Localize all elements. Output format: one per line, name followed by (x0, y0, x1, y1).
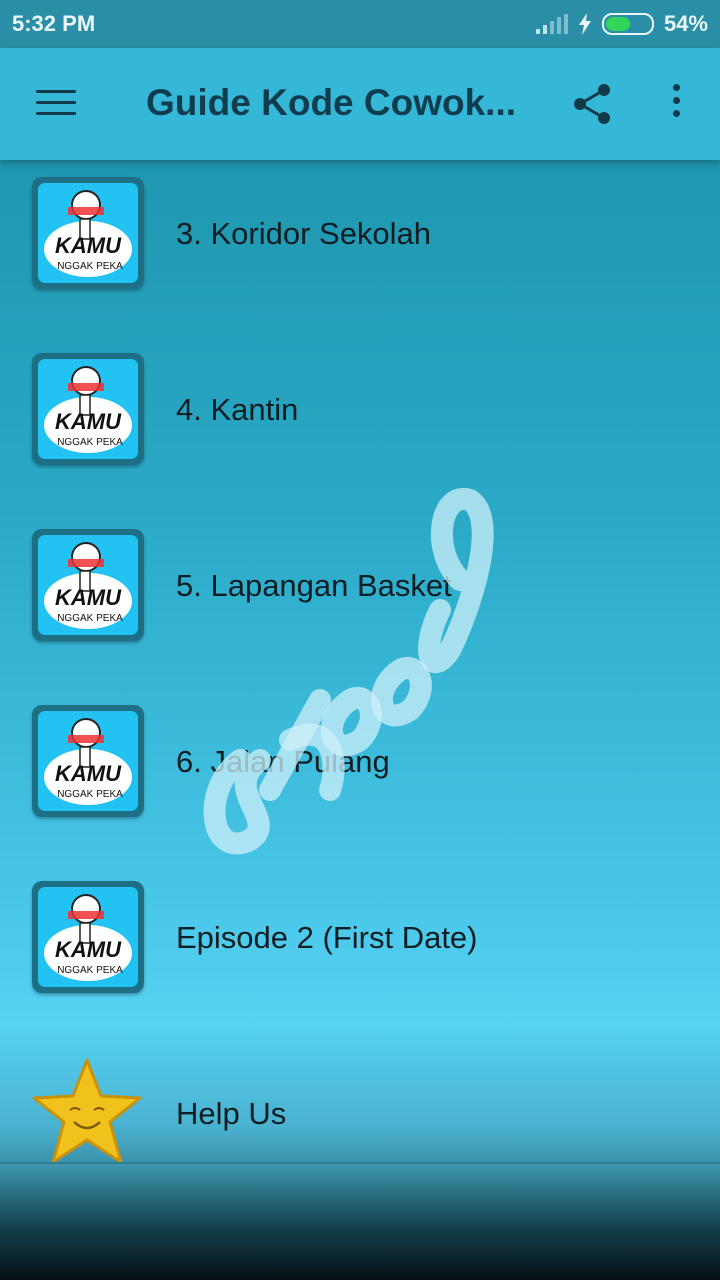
svg-text:KAMU: KAMU (55, 233, 122, 258)
list-item-label: 3. Koridor Sekolah (176, 216, 432, 251)
list-item[interactable]: KAMU NGGAK PEKA 5. Lapangan Basket (0, 512, 720, 688)
list-item-label: 6. Jalan Pulang (176, 744, 390, 779)
page-title: Guide Kode Cowok... (146, 82, 517, 123)
kamu-logo-icon: KAMU NGGAK PEKA (44, 190, 132, 277)
list-item-label: Episode 2 (First Date) (176, 920, 478, 955)
list-item-label: 5. Lapangan Basket (176, 568, 452, 603)
kamu-logo-icon: KAMU NGGAK PEKA (44, 894, 132, 981)
svg-text:NGGAK PEKA: NGGAK PEKA (57, 613, 123, 624)
status-icons: 54% (535, 11, 708, 37)
more-vert-icon[interactable] (664, 84, 688, 124)
signal-icon (535, 14, 568, 34)
hamburger-menu-icon[interactable] (36, 90, 76, 118)
episode-thumbnail: KAMU NGGAK PEKA (32, 529, 144, 641)
list-item-label: Help Us (176, 1096, 287, 1131)
navigation-bar (0, 1162, 720, 1280)
charging-icon (578, 13, 591, 35)
battery-icon (601, 13, 654, 35)
svg-text:NGGAK PEKA: NGGAK PEKA (57, 261, 123, 272)
list-item[interactable]: KAMU NGGAK PEKA 6. Jalan Pulang (0, 688, 720, 864)
episode-thumbnail: KAMU NGGAK PEKA (32, 177, 144, 289)
svg-text:NGGAK PEKA: NGGAK PEKA (57, 437, 123, 448)
svg-text:NGGAK PEKA: NGGAK PEKA (57, 789, 123, 800)
battery-fill (605, 17, 630, 31)
episode-thumbnail: KAMU NGGAK PEKA (32, 353, 144, 465)
list-item[interactable]: KAMU NGGAK PEKA 4. Kantin (0, 336, 720, 512)
share-icon[interactable] (570, 82, 614, 126)
app-bar: Guide Kode Cowok... (0, 48, 720, 160)
episode-thumbnail: KAMU NGGAK PEKA (32, 881, 144, 993)
svg-text:KAMU: KAMU (55, 761, 122, 786)
list-item-label: 4. Kantin (176, 392, 299, 427)
kamu-logo-icon: KAMU NGGAK PEKA (44, 542, 132, 629)
list-item[interactable]: KAMU NGGAK PEKA 3. Koridor Sekolah (0, 160, 720, 336)
svg-text:KAMU: KAMU (55, 937, 122, 962)
svg-text:NGGAK PEKA: NGGAK PEKA (57, 965, 123, 976)
battery-percent: 54% (663, 11, 708, 36)
svg-text:KAMU: KAMU (55, 409, 122, 434)
kamu-logo-icon: KAMU NGGAK PEKA (44, 718, 132, 805)
svg-text:KAMU: KAMU (55, 585, 122, 610)
star-icon (32, 1058, 142, 1164)
status-time: 5:32 PM (12, 11, 96, 36)
status-bar: 5:32 PM 54% (0, 0, 720, 48)
kamu-logo-icon: KAMU NGGAK PEKA (44, 366, 132, 453)
episode-thumbnail: KAMU NGGAK PEKA (32, 705, 144, 817)
list-item[interactable]: KAMU NGGAK PEKA Episode 2 (First Date) (0, 864, 720, 1040)
